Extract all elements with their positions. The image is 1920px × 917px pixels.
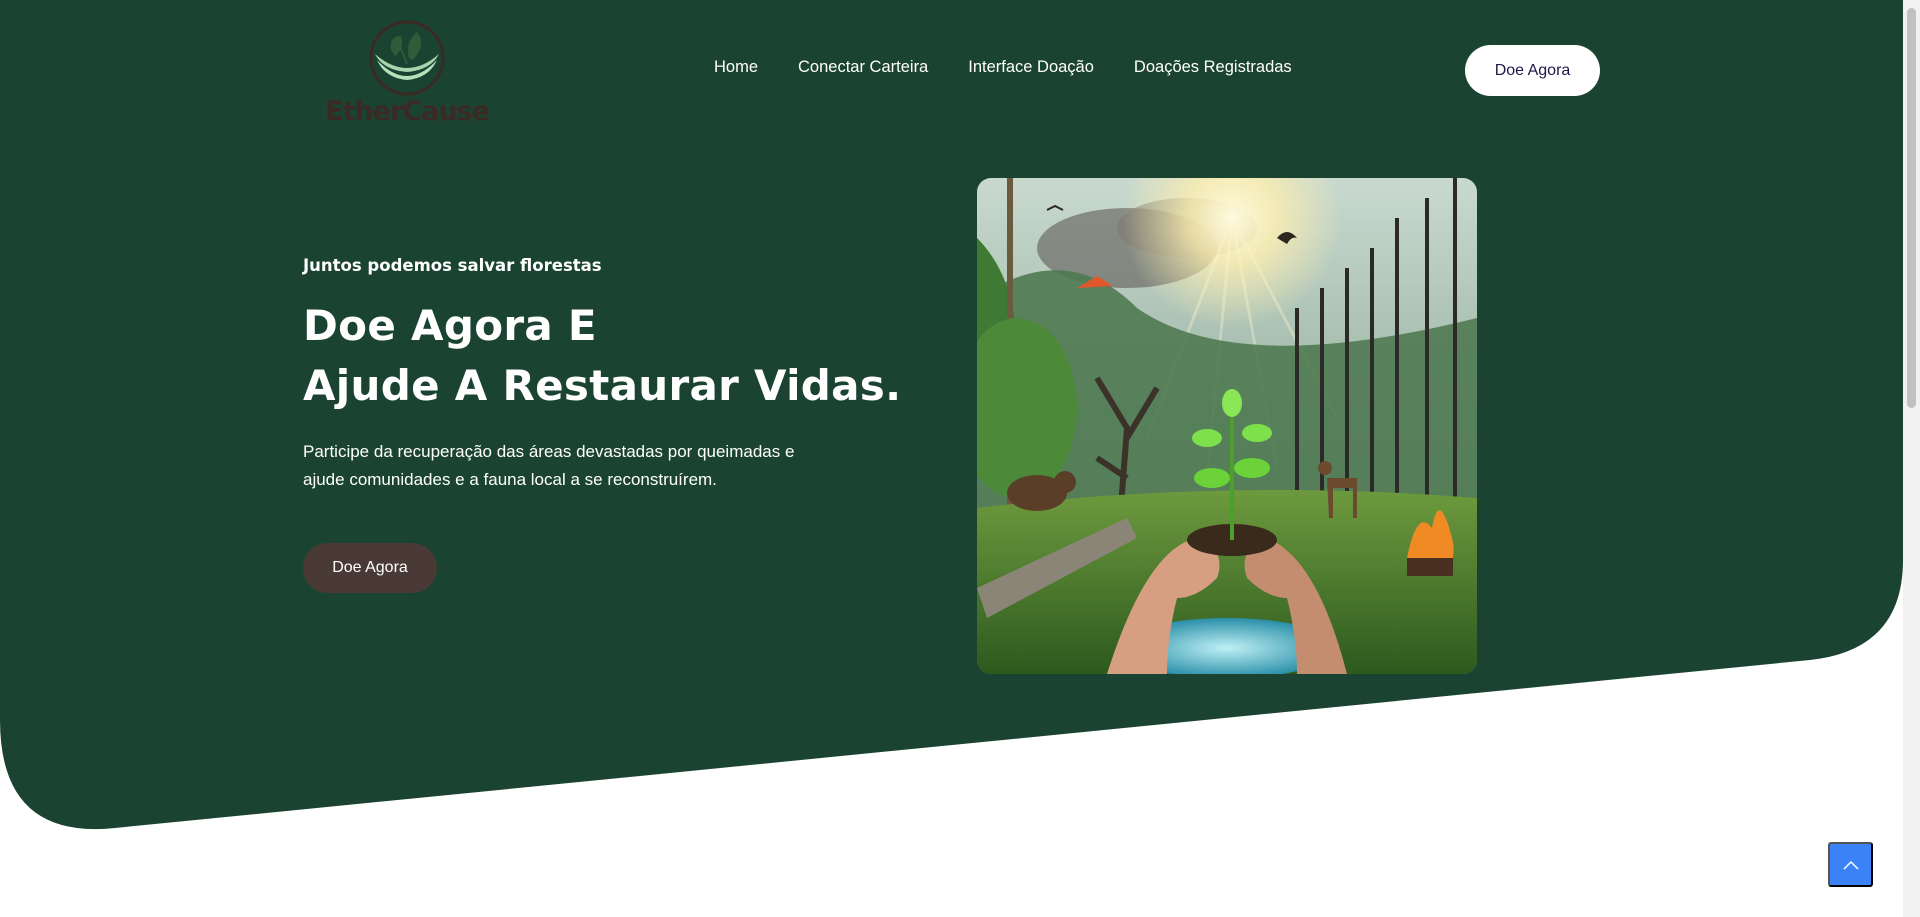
ethercause-logo[interactable]: EtherCause <box>322 20 492 134</box>
hero-image <box>977 178 1477 674</box>
page: EtherCause Home Conectar Carteira Interf… <box>0 0 1920 917</box>
forest-restoration-illustration-icon <box>977 178 1477 674</box>
hero-description: Participe da recuperação das áreas devas… <box>303 442 795 489</box>
hero-eyebrow: Juntos podemos salvar florestas <box>303 256 602 275</box>
hero-background <box>0 0 1903 830</box>
leaf-logo-icon <box>369 20 445 96</box>
nav-item-home[interactable]: Home <box>714 58 758 77</box>
hero-headline: Doe Agora E Ajude A Restaurar Vidas. <box>303 296 901 416</box>
nav-item-conectar-carteira[interactable]: Conectar Carteira <box>798 58 928 77</box>
main-nav: Home Conectar Carteira Interface Doação … <box>714 58 1292 77</box>
hero-headline-line2: Ajude A Restaurar Vidas. <box>303 361 902 410</box>
nav-item-doacoes-registradas[interactable]: Doações Registradas <box>1134 58 1292 77</box>
page-scrollbar[interactable] <box>1903 0 1920 917</box>
header-donate-button[interactable]: Doe Agora <box>1465 45 1600 96</box>
hero-donate-button[interactable]: Doe Agora <box>303 543 437 593</box>
scroll-to-top-button[interactable] <box>1828 842 1873 887</box>
logo-text: EtherCause <box>325 96 490 127</box>
nav-item-interface-doacao[interactable]: Interface Doação <box>968 58 1094 77</box>
scrollbar-thumb[interactable] <box>1907 8 1916 408</box>
hero-headline-line1: Doe Agora E <box>303 301 597 350</box>
chevron-up-icon <box>1842 860 1859 870</box>
